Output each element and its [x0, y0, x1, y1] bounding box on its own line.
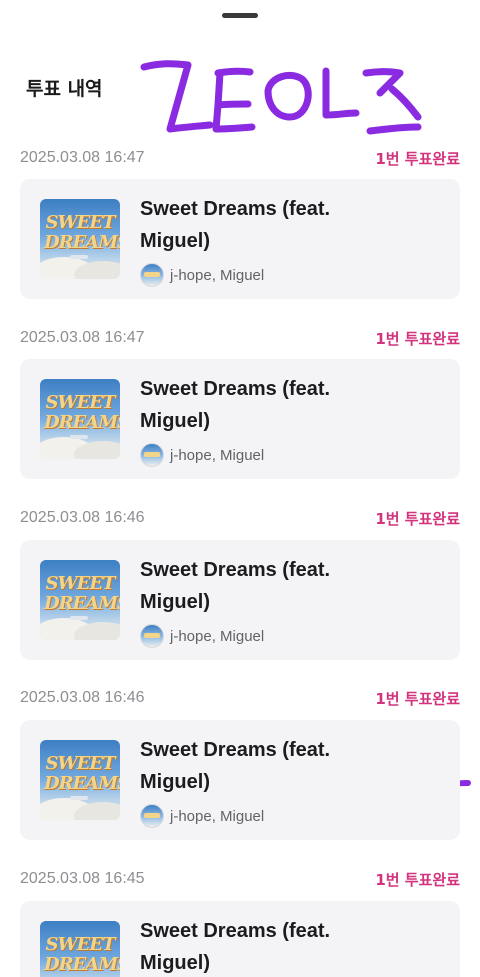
page-title: 투표 내역	[26, 78, 103, 100]
album-cover: SWEET DREAMS	[40, 379, 120, 459]
vote-card[interactable]: SWEET DREAMS Sweet Dreams (feat. Miguel)…	[20, 540, 460, 660]
album-cover: SWEET DREAMS	[40, 740, 120, 820]
artist-row: j-hope, Miguel	[140, 443, 264, 467]
album-cover: SWEET DREAMS	[40, 921, 120, 977]
artist-avatar	[140, 443, 164, 467]
entry-header: 2025.03.08 16:46 1번 투표완료	[20, 506, 460, 530]
vote-timestamp: 2025.03.08 16:47	[20, 149, 145, 166]
album-cover: SWEET DREAMS	[40, 560, 120, 640]
vote-status: 1번 투표완료	[375, 689, 460, 708]
vote-card[interactable]: SWEET DREAMS Sweet Dreams (feat. Miguel)	[20, 901, 460, 977]
entry-header: 2025.03.08 16:45 1번 투표완료	[20, 867, 460, 891]
vote-timestamp: 2025.03.08 16:47	[20, 329, 145, 346]
entry-header: 2025.03.08 16:47 1번 투표완료	[20, 326, 460, 350]
artist-avatar	[140, 624, 164, 648]
vote-card[interactable]: SWEET DREAMS Sweet Dreams (feat. Miguel)…	[20, 179, 460, 299]
vote-timestamp: 2025.03.08 16:46	[20, 509, 145, 526]
artist-name: j-hope, Miguel	[170, 627, 265, 645]
vote-card[interactable]: SWEET DREAMS Sweet Dreams (feat. Miguel)…	[20, 720, 460, 840]
vote-timestamp: 2025.03.08 16:46	[20, 689, 145, 706]
song-title: Sweet Dreams (feat. Miguel)	[140, 920, 331, 974]
handwritten-scribble-top	[140, 60, 422, 135]
artist-row: j-hope, Miguel	[140, 624, 264, 648]
vote-status: 1번 투표완료	[375, 149, 460, 168]
song-title: Sweet Dreams (feat. Miguel)	[140, 198, 331, 252]
vote-history-sheet: 투표 내역 2025.03.08 16:47 1번 투표완료 SWEET DRE…	[0, 0, 480, 977]
album-cover: SWEET DREAMS	[40, 199, 120, 279]
artist-row: j-hope, Miguel	[140, 804, 264, 828]
artist-name: j-hope, Miguel	[170, 266, 265, 284]
drag-handle[interactable]	[222, 13, 258, 18]
artist-name: j-hope, Miguel	[170, 807, 265, 825]
vote-status: 1번 투표완료	[375, 329, 460, 348]
entry-header: 2025.03.08 16:46 1번 투표완료	[20, 686, 460, 710]
artist-name: j-hope, Miguel	[170, 446, 265, 464]
vote-status: 1번 투표완료	[375, 509, 460, 528]
artist-avatar	[140, 263, 164, 287]
artist-row: j-hope, Miguel	[140, 263, 264, 287]
vote-status: 1번 투표완료	[375, 870, 460, 889]
song-title: Sweet Dreams (feat. Miguel)	[140, 559, 331, 613]
song-title: Sweet Dreams (feat. Miguel)	[140, 378, 331, 432]
song-title: Sweet Dreams (feat. Miguel)	[140, 739, 331, 793]
artist-avatar	[140, 804, 164, 828]
vote-card[interactable]: SWEET DREAMS Sweet Dreams (feat. Miguel)…	[20, 359, 460, 479]
entry-header: 2025.03.08 16:47 1번 투표완료	[20, 146, 460, 170]
vote-timestamp: 2025.03.08 16:45	[20, 870, 145, 887]
